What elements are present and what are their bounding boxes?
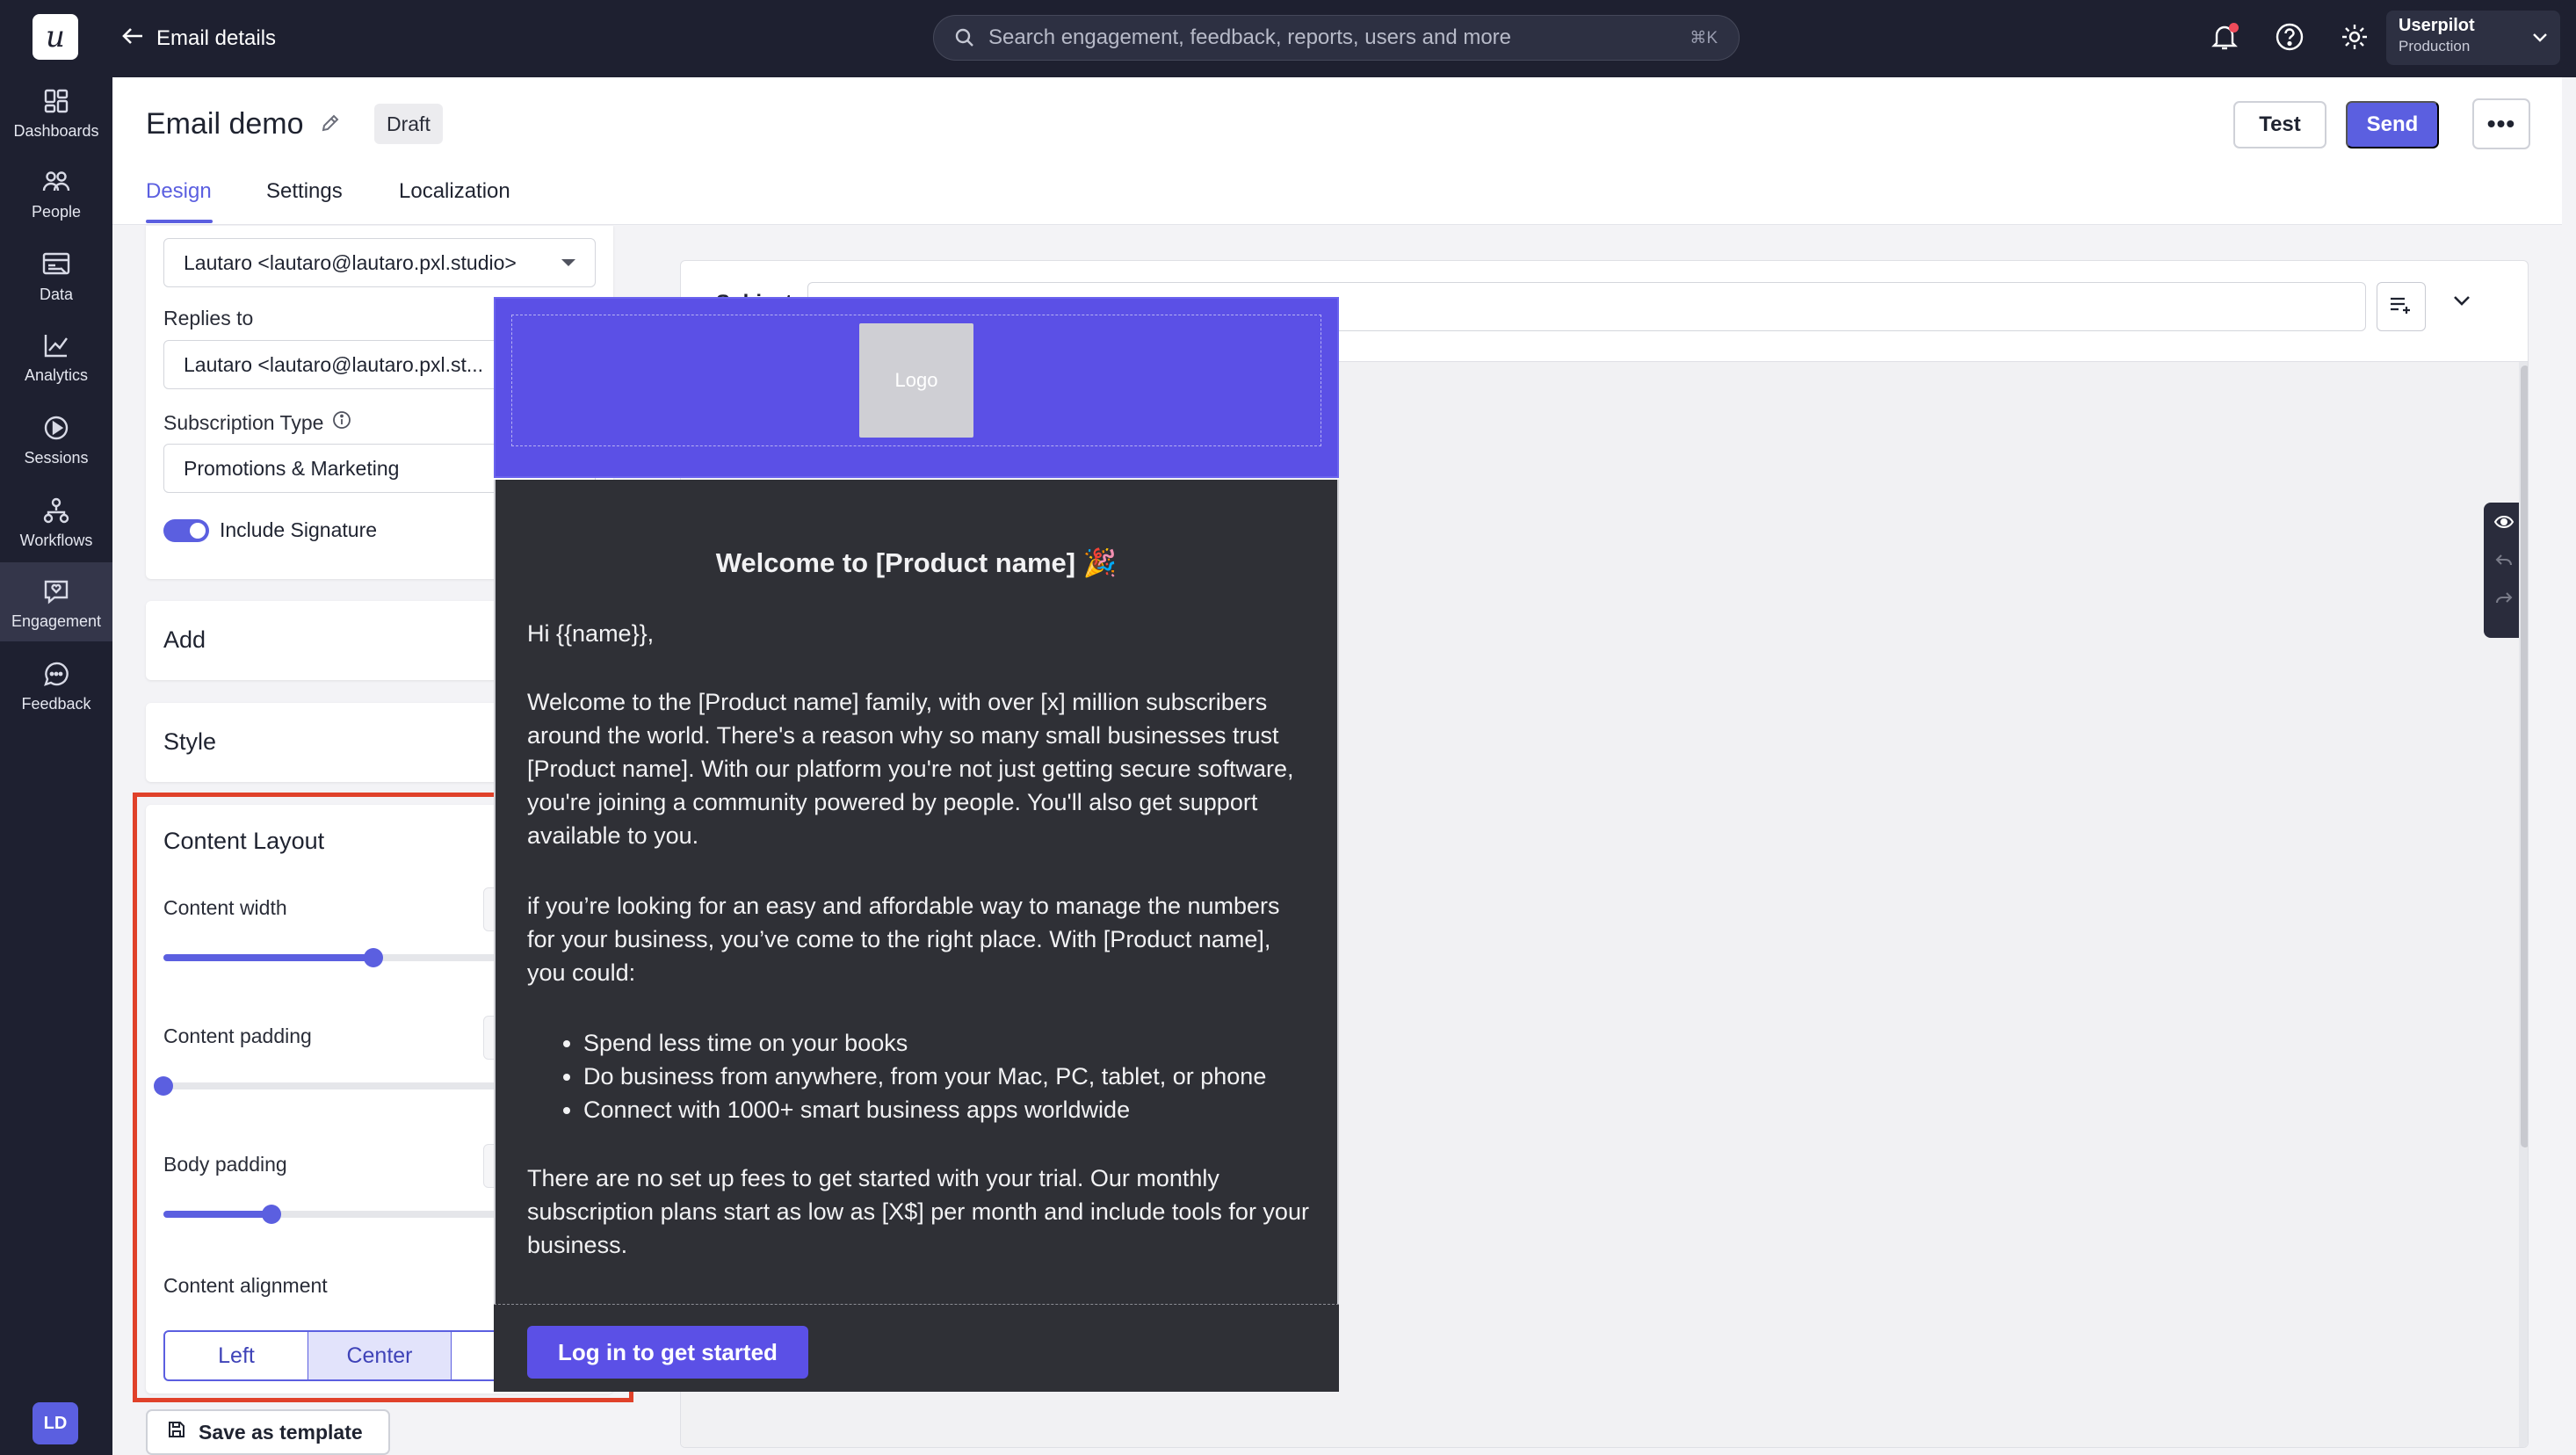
text-plus-icon xyxy=(2389,294,2413,320)
search-shortcut: ⌘K xyxy=(1690,28,1718,47)
subscription-type-value: Promotions & Marketing xyxy=(184,456,400,480)
eye-icon[interactable] xyxy=(2493,515,2514,533)
from-select[interactable]: Lautaro <lautaro@lautaro.pxl.studio> xyxy=(163,238,596,287)
caret-down-icon xyxy=(561,259,575,266)
email-paragraph: There are no set up fees to get started … xyxy=(527,1165,1309,1258)
nav-item-feedback[interactable]: Feedback xyxy=(0,645,112,724)
page-title: Email demo xyxy=(146,107,304,141)
engagement-icon xyxy=(39,574,74,609)
nav-item-engagement[interactable]: Engagement xyxy=(0,562,112,641)
email-paragraph: if you’re looking for an easy and afford… xyxy=(527,893,1280,986)
more-options-button[interactable]: ••• xyxy=(2472,98,2530,149)
tab-design[interactable]: Design xyxy=(146,179,212,204)
email-paragraph: Welcome to the [Product name] family, wi… xyxy=(527,689,1294,849)
notifications-button[interactable] xyxy=(2205,19,2244,58)
dashboards-icon xyxy=(39,83,74,119)
search-icon xyxy=(955,28,974,47)
arrow-left-icon xyxy=(121,25,144,53)
nav-label: Data xyxy=(39,285,74,303)
nav-item-sessions[interactable]: Sessions xyxy=(0,399,112,478)
add-section-title: Add xyxy=(163,626,206,653)
page-header: Email demo Draft Test Send ••• Design Se… xyxy=(112,77,2562,225)
global-search[interactable]: Search engagement, feedback, reports, us… xyxy=(933,15,1740,61)
status-badge: Draft xyxy=(374,104,443,144)
info-icon[interactable] xyxy=(332,410,351,435)
back-link[interactable]: Email details xyxy=(121,21,276,56)
nav-item-workflows[interactable]: Workflows xyxy=(0,481,112,561)
list-item: Connect with 1000+ smart business apps w… xyxy=(583,1093,1313,1126)
user-avatar[interactable]: LD xyxy=(33,1402,78,1444)
insert-variable-button[interactable] xyxy=(2377,282,2426,331)
redo-icon[interactable] xyxy=(2495,590,2513,609)
nav-item-people[interactable]: People xyxy=(0,153,112,232)
notification-dot xyxy=(2229,23,2239,33)
gear-icon xyxy=(2340,22,2370,56)
settings-button[interactable] xyxy=(2335,19,2374,58)
email-body-block[interactable]: Welcome to [Product name] 🎉 Hi {{name}},… xyxy=(494,480,1339,1306)
subscription-type-text: Subscription Type xyxy=(163,410,324,434)
workflows-icon xyxy=(39,493,74,528)
left-nav: u Dashboards People Data Analytics Sessi… xyxy=(0,0,112,1455)
subscription-type-label: Subscription Type xyxy=(163,410,351,435)
email-cta-block[interactable]: Log in to get started xyxy=(494,1304,1339,1392)
pencil-icon[interactable] xyxy=(320,112,341,138)
from-value: Lautaro <lautaro@lautaro.pxl.studio> xyxy=(184,250,517,274)
search-placeholder: Search engagement, feedback, reports, us… xyxy=(988,25,1512,49)
vertical-scrollbar[interactable] xyxy=(2519,362,2528,1447)
save-as-template-button[interactable]: Save as template xyxy=(146,1409,390,1455)
nav-label: Workflows xyxy=(19,531,93,549)
nav-item-dashboards[interactable]: Dashboards xyxy=(0,72,112,151)
chevron-down-icon[interactable] xyxy=(2452,294,2471,311)
account-environment: Production xyxy=(2399,38,2471,54)
email-logo-placeholder[interactable]: Logo xyxy=(859,323,973,438)
chevron-down-icon xyxy=(2532,32,2548,47)
nav-label: Engagement xyxy=(11,612,102,630)
people-icon xyxy=(39,164,74,199)
list-item: Do business from anywhere, from your Mac… xyxy=(583,1060,1313,1093)
replies-to-value: Lautaro <lautaro@lautaro.pxl.st... xyxy=(184,352,484,376)
back-label: Email details xyxy=(156,26,277,50)
analytics-icon xyxy=(39,328,74,363)
nav-label: Feedback xyxy=(21,694,91,713)
undo-icon[interactable] xyxy=(2495,553,2513,571)
replies-to-label: Replies to xyxy=(163,307,254,329)
nav-label: Analytics xyxy=(24,366,89,384)
account-name: Userpilot xyxy=(2399,16,2475,35)
email-header-block[interactable]: Logo xyxy=(494,297,1339,478)
help-icon xyxy=(2275,22,2305,56)
nav-item-analytics[interactable]: Analytics xyxy=(0,316,112,395)
toggle-knob xyxy=(190,523,206,539)
list-item: Spend less time on your books xyxy=(583,1026,1313,1060)
scrollbar-thumb[interactable] xyxy=(2521,366,2528,1147)
email-title: Welcome to [Product name] 🎉 xyxy=(715,547,1118,578)
include-signature-label: Include Signature xyxy=(220,518,378,541)
feedback-icon xyxy=(39,656,74,691)
save-icon xyxy=(167,1420,186,1444)
active-tab-indicator xyxy=(146,220,213,223)
include-signature-toggle[interactable] xyxy=(163,519,209,542)
email-greeting: Hi {{name}}, xyxy=(527,620,655,647)
cta-button[interactable]: Log in to get started xyxy=(527,1326,808,1379)
email-bullet-list: Spend less time on your books Do busines… xyxy=(583,1026,1313,1126)
test-button[interactable]: Test xyxy=(2233,101,2326,148)
save-as-template-label: Save as template xyxy=(199,1420,363,1444)
app-logo[interactable]: u xyxy=(33,14,78,60)
account-switcher[interactable]: Userpilot Production xyxy=(2386,11,2560,65)
tab-settings[interactable]: Settings xyxy=(266,179,343,204)
tab-localization[interactable]: Localization xyxy=(399,179,510,204)
data-icon xyxy=(39,247,74,282)
top-bar: Email details Search engagement, feedbac… xyxy=(112,0,2576,77)
nav-item-data[interactable]: Data xyxy=(0,235,112,315)
send-button[interactable]: Send xyxy=(2346,101,2439,148)
help-button[interactable] xyxy=(2270,19,2309,58)
nav-label: Dashboards xyxy=(13,121,99,140)
nav-label: People xyxy=(31,202,82,221)
style-section-title: Style xyxy=(163,728,217,755)
nav-label: Sessions xyxy=(24,448,89,467)
sessions-icon xyxy=(39,410,74,445)
